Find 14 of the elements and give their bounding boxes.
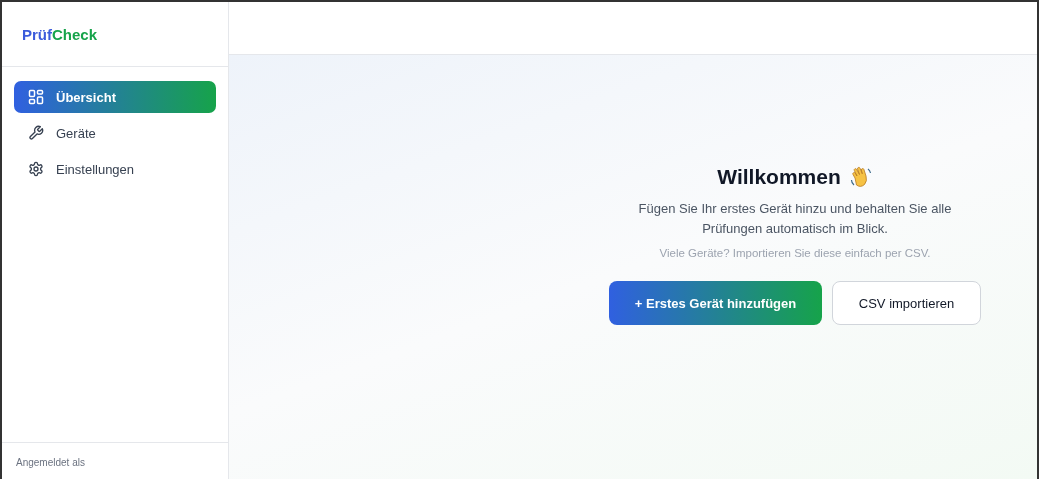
dashboard-icon <box>28 89 44 105</box>
add-device-button[interactable]: + Erstes Gerät hinzufügen <box>609 281 822 325</box>
wrench-icon <box>28 125 44 141</box>
waving-hand-icon <box>848 165 873 189</box>
sidebar-item[interactable]: Geräte <box>14 117 216 149</box>
import-hint: Viele Geräte? Importieren Sie diese einfach per CSV. <box>659 247 931 259</box>
app-logo: PrüfCheck <box>2 2 228 67</box>
signed-in-label: Angemeldet als <box>16 457 85 468</box>
welcome-title: Willkommen <box>717 165 841 189</box>
welcome-text: Fügen Sie Ihr erstes Gerät hinzu und behalten Sie alle Prüfungen automatisch im Blick. <box>637 200 953 238</box>
sidebar-item[interactable]: Übersicht <box>14 81 216 113</box>
csv-import-button[interactable]: CSV importieren <box>832 281 981 325</box>
settings-icon <box>28 161 44 177</box>
sidebar-item[interactable]: Einstellungen <box>14 153 216 185</box>
